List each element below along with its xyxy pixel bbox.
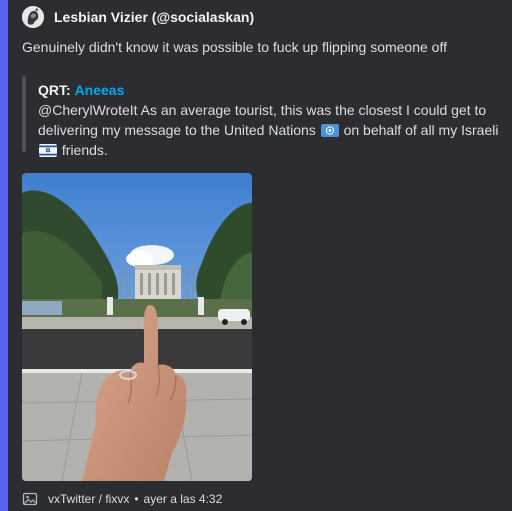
footer-separator: • — [134, 492, 139, 506]
avatar-icon[interactable] — [22, 6, 44, 28]
embed-footer: vxTwitter / fixvx • ayer a las 4:32 — [22, 490, 222, 508]
author-name[interactable]: Lesbian Vizier (@socialaskan) — [54, 9, 254, 25]
quote-bar — [22, 76, 26, 152]
image-icon — [22, 492, 38, 506]
photo-icon — [22, 173, 252, 481]
qrt-user-link[interactable]: Aneeas — [75, 82, 125, 98]
author-row[interactable]: Lesbian Vizier (@socialaskan) — [22, 6, 254, 28]
embed-accent-bar — [0, 0, 8, 511]
israel-flag-icon — [39, 142, 57, 157]
quote-text-3: friends. — [61, 142, 108, 158]
quote-text-2: on behalf of all my Israeli — [343, 122, 499, 138]
footer-timestamp: ayer a las 4:32 — [143, 492, 223, 506]
tweet-embed: Lesbian Vizier (@socialaskan) Genuinely … — [0, 0, 512, 511]
quote-body: QRT: Aneeas @CherylWroteIt As an average… — [38, 80, 508, 160]
quote-block: QRT: Aneeas @CherylWroteIt As an average… — [22, 76, 508, 158]
embed-image[interactable] — [22, 173, 252, 481]
un-flag-icon — [320, 122, 339, 137]
footer-source: vxTwitter / fixvx — [48, 492, 130, 506]
qrt-label: QRT: — [38, 82, 71, 98]
embed-description: Genuinely didn't know it was possible to… — [22, 39, 447, 55]
